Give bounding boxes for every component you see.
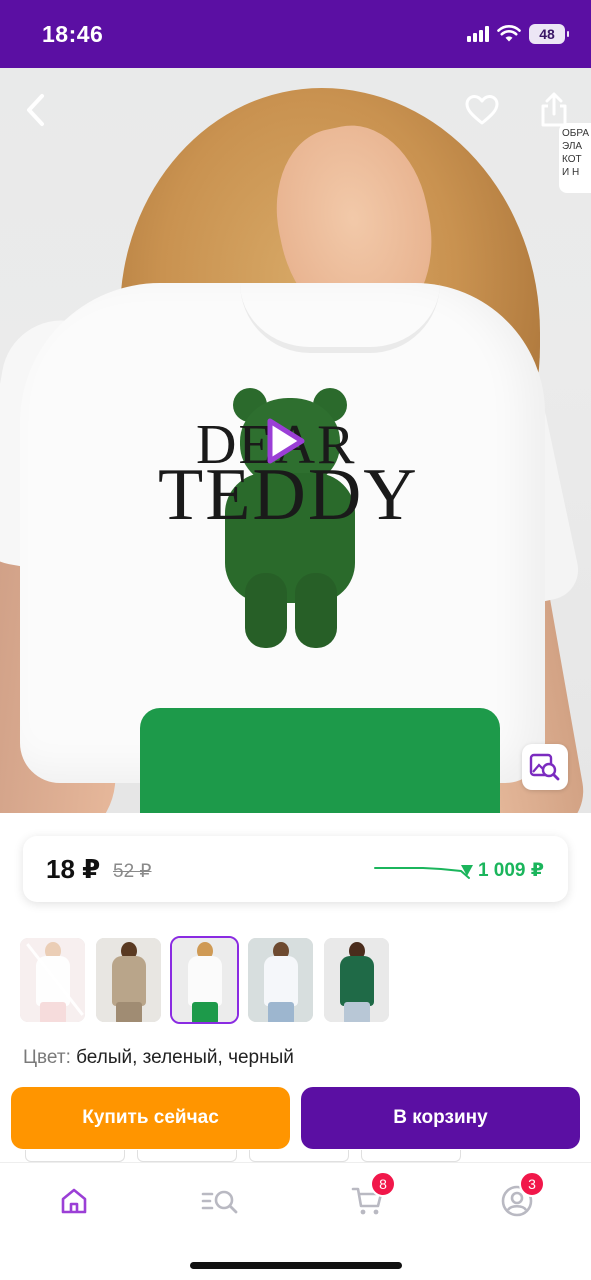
favorite-button[interactable] — [456, 84, 508, 136]
color-label: Цвет: — [23, 1047, 71, 1068]
green-pants — [140, 708, 500, 813]
thumb-1[interactable] — [20, 938, 85, 1022]
buy-now-button[interactable]: Купить сейчас — [11, 1087, 290, 1149]
battery-indicator: 48 — [529, 24, 569, 44]
add-to-cart-button[interactable]: В корзину — [301, 1087, 580, 1149]
chevron-left-icon — [27, 94, 44, 126]
price-history-sparkline — [374, 867, 470, 879]
wifi-icon — [497, 25, 521, 42]
home-indicator — [190, 1262, 402, 1269]
thumb-3[interactable] — [170, 936, 239, 1024]
status-icons: 48 — [467, 24, 569, 44]
play-icon — [267, 418, 305, 464]
size-options-peek — [25, 1150, 475, 1162]
thumb-5[interactable] — [324, 938, 389, 1022]
heart-icon — [465, 95, 499, 125]
old-price: 52 ₽ — [113, 861, 152, 882]
thumb-2[interactable] — [96, 938, 161, 1022]
cellular-signal-icon — [467, 26, 489, 42]
catalog-search-icon — [201, 1190, 238, 1214]
image-search-icon — [529, 753, 560, 781]
nav-profile[interactable]: 3 — [497, 1171, 545, 1221]
status-time: 18:46 — [42, 21, 104, 47]
product-image-gallery[interactable]: DEAR TEDDY ОБРА ЭЛА КОТ И Н — [0, 68, 591, 813]
price-history-value[interactable]: 1 009 ₽ — [460, 859, 544, 882]
price-down-icon — [460, 865, 473, 876]
color-thumbnails — [20, 936, 389, 1024]
cart-badge: 8 — [370, 1171, 396, 1197]
profile-badge: 3 — [519, 1171, 545, 1197]
color-value: белый, зеленый, черный — [76, 1047, 294, 1068]
promo-side-card[interactable]: ОБРА ЭЛА КОТ И Н — [559, 123, 591, 193]
home-icon — [61, 1188, 87, 1214]
play-video-button[interactable] — [254, 413, 310, 469]
thumb-4[interactable] — [248, 938, 313, 1022]
nav-catalog[interactable] — [200, 1181, 240, 1221]
color-info: Цвет: белый, зеленый, черный — [23, 1047, 294, 1069]
current-price: 18 ₽ — [46, 854, 101, 884]
visual-search-button[interactable] — [522, 744, 568, 790]
status-bar: 18:46 48 — [0, 0, 591, 68]
nav-home[interactable] — [54, 1181, 94, 1221]
nav-cart[interactable]: 8 — [348, 1171, 396, 1221]
back-button[interactable] — [10, 84, 62, 136]
price-card[interactable]: 18 ₽ 52 ₽ 1 009 ₽ — [23, 836, 568, 902]
